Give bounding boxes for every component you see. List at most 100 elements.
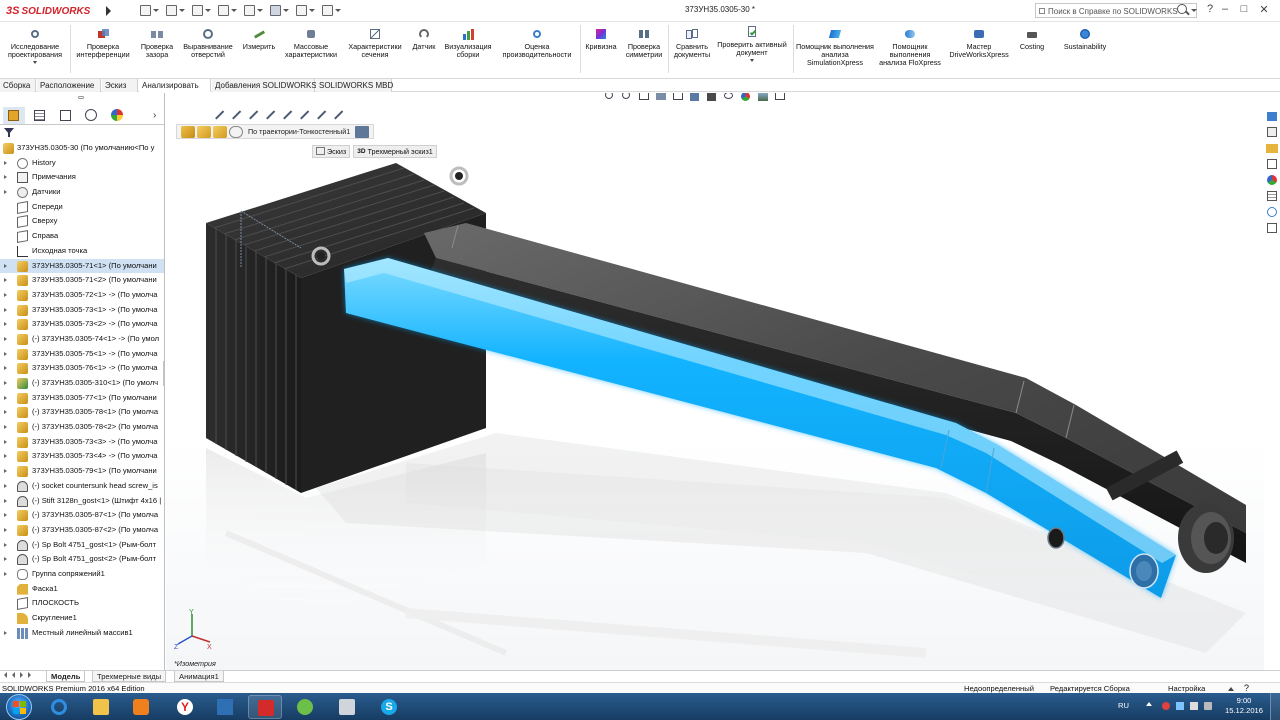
doc-close-icon[interactable]: ✕ — [1257, 93, 1264, 95]
expand-arrow-icon[interactable] — [4, 513, 7, 518]
tree-item[interactable]: Справа — [0, 229, 164, 244]
tree-item[interactable]: (-) 373УН35.0305-87<1> (По умолча — [0, 508, 164, 523]
check-active-document-button[interactable]: Проверить активный документ — [714, 26, 790, 62]
appearances-icon[interactable] — [1265, 173, 1279, 187]
chevron-down-icon[interactable] — [33, 61, 37, 64]
property-manager-tab[interactable] — [29, 107, 51, 124]
driveworksxpress-button[interactable]: Мастер DriveWorksXpress — [946, 28, 1012, 59]
expand-arrow-icon[interactable] — [4, 336, 7, 341]
part-icon[interactable] — [197, 125, 211, 138]
tree-item[interactable]: 373УН35.0305-75<1> -> (По умолча — [0, 347, 164, 362]
doc-restore-icon[interactable]: ▭ — [1235, 93, 1244, 95]
expand-arrow-icon[interactable] — [4, 410, 7, 415]
rebuild-button[interactable] — [294, 3, 316, 19]
edit-appearance-icon[interactable] — [739, 93, 753, 102]
tray-expand-icon[interactable] — [1146, 702, 1152, 706]
clock[interactable]: 9:00 15.12.2016 — [1224, 696, 1264, 716]
show-desktop-button[interactable] — [1270, 693, 1280, 720]
tree-item[interactable]: 373УН35.0305-76<1> -> (По умолча — [0, 361, 164, 376]
tree-item[interactable]: (-) Sp Bolt 4751_gost<1> (Рым-болт — [0, 538, 164, 553]
tree-item[interactable]: History — [0, 156, 164, 171]
expand-arrow-icon[interactable] — [4, 322, 7, 327]
assembly-icon[interactable] — [181, 125, 195, 138]
expand-arrow-icon[interactable] — [4, 439, 7, 444]
taskbar-calculator[interactable] — [330, 695, 364, 719]
expand-arrow-icon[interactable] — [4, 263, 7, 268]
taskbar-yandex[interactable]: Y — [168, 695, 202, 719]
hole-alignment-button[interactable]: Выравнивание отверстий — [178, 28, 238, 59]
expand-arrow-icon[interactable] — [4, 557, 7, 562]
hide-show-icon[interactable] — [722, 93, 736, 102]
expand-arrow-icon[interactable] — [4, 498, 7, 503]
tree-item[interactable]: 373УН35.0305-72<1> -> (По умолча — [0, 288, 164, 303]
tree-item[interactable]: Спереди — [0, 200, 164, 215]
restore-icon[interactable]: □ — [1237, 3, 1251, 15]
minimize-icon[interactable]: – — [1218, 3, 1232, 15]
options-button[interactable] — [320, 3, 342, 19]
simulationxpress-button[interactable]: Помощник выполнения анализа SimulationXp… — [795, 28, 875, 67]
home-icon[interactable] — [1265, 109, 1279, 123]
resources-icon[interactable] — [1265, 221, 1279, 235]
expand-arrow-icon[interactable] — [4, 292, 7, 297]
tab-model[interactable]: Модель — [46, 671, 86, 682]
tree-item[interactable]: (-) socket countersunk head screw_is — [0, 479, 164, 494]
open-button[interactable] — [164, 3, 186, 19]
apply-scene-icon[interactable] — [756, 93, 770, 102]
tree-item[interactable]: Исходная точка — [0, 244, 164, 259]
expand-arrow-icon[interactable] — [4, 395, 7, 400]
expand-arrow-icon[interactable] — [4, 351, 7, 356]
tab-solidworks-addins[interactable]: Добавления SOLIDWORKS — [212, 79, 317, 92]
tab-layout[interactable]: Расположение — [37, 79, 101, 92]
expand-arrow-icon[interactable] — [4, 175, 7, 180]
design-study-button[interactable]: Исследование проектирования — [3, 28, 67, 64]
tree-item[interactable]: 373УН35.0305-71<2> (По умолчани — [0, 273, 164, 288]
expand-arrow-icon[interactable] — [4, 542, 7, 547]
feature-box-icon[interactable] — [355, 125, 370, 138]
tree-item[interactable]: 373УН35.0305-71<1> (По умолчани — [0, 258, 164, 274]
chevron-down-icon[interactable] — [750, 59, 754, 62]
sketch-tool-icon[interactable] — [212, 106, 226, 120]
tree-item[interactable]: 373УН35.0305-79<1> (По умолчани — [0, 464, 164, 479]
view-orientation-icon[interactable] — [688, 93, 702, 102]
filter-icon[interactable] — [3, 127, 19, 138]
section-view-icon[interactable] — [654, 93, 668, 102]
expand-arrow-icon[interactable] — [4, 160, 7, 165]
display-manager-tab[interactable] — [107, 107, 129, 124]
compare-documents-button[interactable]: Сравнить документы — [670, 28, 714, 59]
custom-properties-icon[interactable] — [1265, 189, 1279, 203]
edit-sketch-icon[interactable] — [297, 106, 311, 120]
tray-app-icon[interactable] — [1162, 702, 1170, 710]
tree-item[interactable]: (-) 373УН35.0305-310<1> (По умолч — [0, 376, 164, 391]
taskbar-media-player[interactable] — [124, 695, 158, 719]
expand-arrow-icon[interactable] — [4, 307, 7, 312]
expand-arrow-icon[interactable] — [4, 425, 7, 430]
save-button[interactable] — [190, 3, 212, 19]
dynamic-annotation-icon[interactable] — [671, 93, 685, 102]
section-properties-button[interactable]: Характеристики сечения — [344, 28, 406, 59]
breadcrumb-sketch[interactable]: Эскиз — [312, 144, 351, 158]
chevron-right-icon[interactable] — [28, 672, 31, 678]
breadcrumb-3d-sketch[interactable]: 3D Трехмерный эскиз1 — [353, 144, 437, 158]
tree-root-assembly[interactable]: 373УН35.0305-30 (По умолчанию<По у — [0, 141, 164, 156]
tree-item[interactable]: (-) 373УН35.0305-78<2> (По умолча — [0, 420, 164, 435]
model-render[interactable] — [166, 93, 1264, 670]
tree-item[interactable]: Скругление1 — [0, 611, 164, 626]
tree-item[interactable]: (-) 373УН35.0305-78<1> (По умолча — [0, 405, 164, 420]
tree-item[interactable]: Фаска1 — [0, 582, 164, 597]
start-button[interactable] — [6, 694, 32, 720]
display-style-icon[interactable] — [705, 93, 719, 102]
taskbar-app[interactable] — [208, 695, 242, 719]
tab-motion-study[interactable]: Анимация1 — [174, 671, 224, 682]
expand-arrow-icon[interactable] — [4, 190, 7, 195]
menu-expand-icon[interactable] — [106, 6, 111, 16]
edit-feature-icon[interactable] — [314, 106, 328, 120]
tree-item[interactable]: (-) Sp Bolt 4751_gost<2> (Рым-болт — [0, 552, 164, 567]
taskbar-internet-explorer[interactable] — [42, 695, 76, 719]
tab-assembly[interactable]: Сборка — [0, 79, 36, 92]
tab-evaluate[interactable]: Анализировать — [139, 79, 211, 92]
expand-arrow-icon[interactable] — [4, 630, 7, 635]
tree-item[interactable]: Группа сопряжений1 — [0, 567, 164, 582]
solidworks-forum-icon[interactable] — [1265, 205, 1279, 219]
taskbar-solidworks[interactable] — [248, 695, 282, 719]
file-explorer-icon[interactable] — [1265, 141, 1279, 155]
